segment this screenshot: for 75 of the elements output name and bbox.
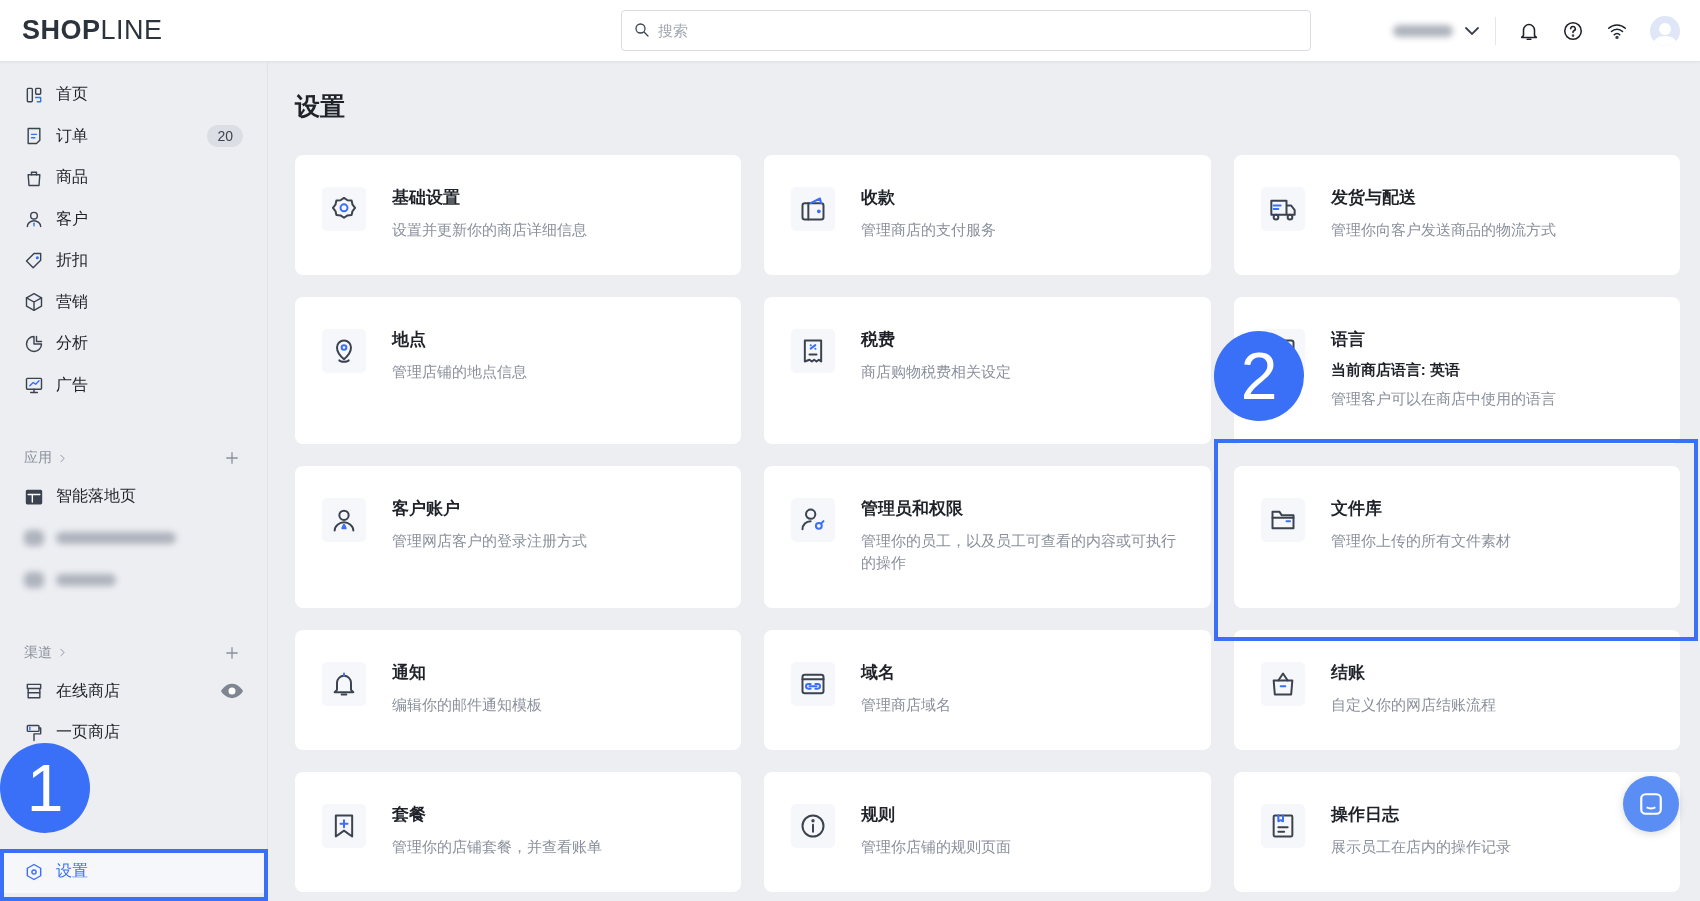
card-title: 语言 (1330, 329, 1366, 351)
pie-chart-icon (24, 333, 44, 354)
card-title: 收款 (861, 187, 897, 209)
card-title: 规则 (861, 804, 897, 826)
card-description: 管理你向客户发送商品的物流方式 (1330, 220, 1556, 240)
card-title: 地点 (392, 329, 427, 351)
sidebar-item[interactable]: 智能落地页 (0, 476, 267, 518)
card-description: 设置并更新你的商店详细信息 (392, 220, 587, 240)
cube-icon (24, 292, 44, 313)
card-description: 管理店铺的地点信息 (392, 362, 527, 382)
card-title: 基础设置 (392, 187, 461, 209)
sidebar-item[interactable]: 客户 (0, 198, 267, 240)
document-icon (24, 126, 44, 147)
card-title: 结账 (1330, 662, 1366, 684)
settings-card[interactable]: 收款 管理商店的支付服务 (764, 155, 1211, 275)
card-description: 管理你店铺的规则页面 (861, 837, 1012, 857)
settings-card[interactable]: 基础设置 设置并更新你的商店详细信息 (295, 155, 742, 275)
card-title: 管理员和权限 (861, 498, 965, 520)
sidebar-item[interactable]: 折扣 (0, 240, 267, 282)
paint-roller-icon (24, 722, 44, 743)
settings-card[interactable]: 税费 商店购物税费相关设定 (764, 297, 1211, 444)
card-description: 管理你的店铺套餐，并查看账单 (392, 837, 602, 857)
search-icon (633, 21, 651, 39)
search-field[interactable]: 搜索 (621, 10, 1311, 51)
card-description: 管理商店域名 (861, 695, 952, 715)
card-description: 展示员工在店内的操作记录 (1330, 837, 1511, 857)
card-title: 操作日志 (1330, 804, 1400, 826)
sidebar-item[interactable]: 在线商店 (0, 670, 267, 712)
settings-card[interactable]: 发货与配送 管理你向客户发送商品的物流方式 (1233, 155, 1680, 275)
settings-card[interactable]: 通知 编辑你的邮件通知模板 (295, 630, 742, 750)
avatar[interactable] (1650, 15, 1680, 46)
settings-card[interactable]: 套餐 管理你的店铺套餐，并查看账单 (295, 772, 742, 892)
settings-card[interactable]: 管理员和权限 管理你的员工，以及员工可查看的内容或可执行的操作 (764, 466, 1211, 608)
card-description: 管理你上传的所有文件素材 (1330, 531, 1511, 551)
settings-card[interactable]: 操作日志 展示员工在店内的操作记录 (1233, 772, 1680, 892)
settings-icon (24, 861, 44, 882)
help-icon (1562, 19, 1584, 42)
settings-card[interactable]: 客户账户 管理网店客户的登录注册方式 (295, 466, 742, 608)
card-title: 税费 (861, 329, 897, 351)
page-title: 设置 (295, 91, 346, 122)
settings-card[interactable]: 规则 管理你店铺的规则页面 (764, 772, 1211, 892)
settings-card[interactable]: 地点 管理店铺的地点信息 (295, 297, 742, 444)
store-switcher[interactable] (1393, 16, 1496, 45)
card-title: 客户账户 (392, 498, 461, 520)
card-description: 管理你的员工，以及员工可查看的内容或可执行的操作 (861, 531, 1178, 573)
sidebar-item[interactable]: 广告 (0, 364, 267, 406)
card-detail: 当前商店语言: 英语 (1330, 361, 1461, 380)
tag-icon (24, 250, 44, 271)
monitor-chart-icon (24, 375, 44, 396)
sidebar-item[interactable]: 订单 20 (0, 115, 267, 157)
card-title: 通知 (392, 662, 427, 684)
card-description: 管理商店的支付服务 (861, 220, 997, 240)
plus-icon (223, 449, 241, 467)
logo: SHOPLINE (22, 15, 164, 46)
card-description: 管理客户可以在商店中使用的语言 (1330, 389, 1556, 409)
card-title: 域名 (861, 662, 897, 684)
card-title: 发货与配送 (1330, 187, 1417, 209)
count-badge: 20 (207, 125, 243, 148)
card-description: 编辑你的邮件通知模板 (392, 695, 542, 715)
card-description: 自定义你的网店结账流程 (1330, 695, 1496, 715)
sidebar-item[interactable]: 首页 (0, 74, 267, 116)
settings-card[interactable]: 域名 管理商店域名 (764, 630, 1211, 750)
card-description: 管理网店客户的登录注册方式 (392, 531, 587, 551)
sidebar-item[interactable]: 分析 (0, 323, 267, 365)
card-title: 文件库 (1330, 498, 1383, 520)
settings-card[interactable]: 结账 自定义你的网店结账流程 (1233, 630, 1680, 750)
chat-icon (1638, 791, 1664, 817)
sidebar-item[interactable]: 营销 (0, 281, 267, 323)
sidebar-item[interactable]: 商品 (0, 157, 267, 199)
card-title: 套餐 (392, 804, 427, 826)
chevron-down-icon (1465, 26, 1479, 35)
person-icon (24, 209, 44, 230)
step-number: 1 (0, 743, 90, 833)
settings-card[interactable]: 文件库 管理你上传的所有文件素材 (1233, 466, 1680, 608)
card-description: 商店购物税费相关设定 (861, 362, 1012, 382)
